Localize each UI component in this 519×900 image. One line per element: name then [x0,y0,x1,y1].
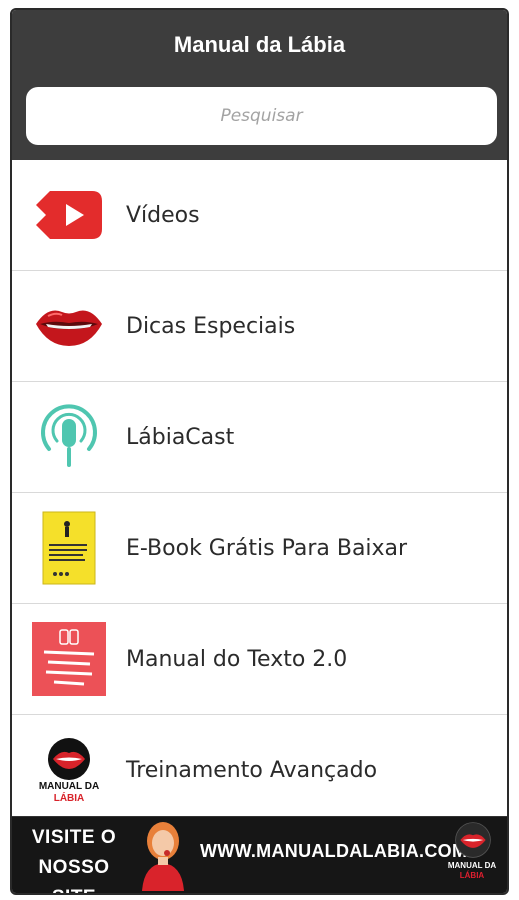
menu-item-label: Vídeos [126,202,200,228]
menu-item-label: Manual do Texto 2.0 [126,646,348,672]
menu-item-label: Treinamento Avançado [126,758,378,783]
menu-item-dicas-especiais[interactable]: Dicas Especiais [12,271,507,382]
banner-logo-text: MANUAL DA LÁBIA [440,861,504,881]
page-title: Manual da Lábia [173,32,346,57]
logo-text-line2: LÁBIA [53,792,85,804]
menu-item-videos[interactable]: Vídeos [12,160,507,271]
banner-url-link[interactable]: WWW.MANUALDALABIA.COM [200,841,467,862]
menu-item-labiacast[interactable]: LábiaCast [12,382,507,493]
youtube-play-icon [12,160,126,270]
banner-cta: VISITE O NOSSO SITE [20,823,128,893]
logo-text-line1: MANUAL DA [38,780,100,792]
manual-texto-cover-icon [12,604,126,714]
app-header: Manual da Lábia [12,10,507,160]
menu-item-manual-do-texto[interactable]: Manual do Texto 2.0 [12,604,507,715]
banner-cta-line2: NOSSO SITE [38,857,110,893]
menu-item-label: Dicas Especiais [126,313,296,339]
podcast-microphone-icon [12,382,126,492]
site-banner[interactable]: VISITE O NOSSO SITE WWW.MANUALDALABIA.CO… [12,816,507,893]
banner-cta-line1: VISITE O [31,827,117,848]
menu-item-ebook[interactable]: E-Book Grátis Para Baixar [12,493,507,604]
banner-logo-icon [455,822,491,858]
menu-item-label: LábiaCast [126,424,235,450]
woman-avatar-icon [142,822,184,891]
app-frame: Manual da Lábia Vídeos Dicas [10,8,509,895]
menu-list: Vídeos Dicas Especiais LábiaCast E-Book … [12,160,507,826]
manual-da-labia-logo-icon: MANUAL DA LÁBIA [12,715,126,826]
menu-item-label: E-Book Grátis Para Baixar [126,535,408,561]
banner-logo-line1: MANUAL DA [447,861,497,870]
banner-logo-line2: LÁBIA [459,871,485,880]
ebook-cover-icon [12,493,126,603]
menu-item-treinamento-avancado[interactable]: MANUAL DA LÁBIA Treinamento Avançado [12,715,507,826]
search-input[interactable] [26,87,497,145]
lips-icon [12,271,126,381]
